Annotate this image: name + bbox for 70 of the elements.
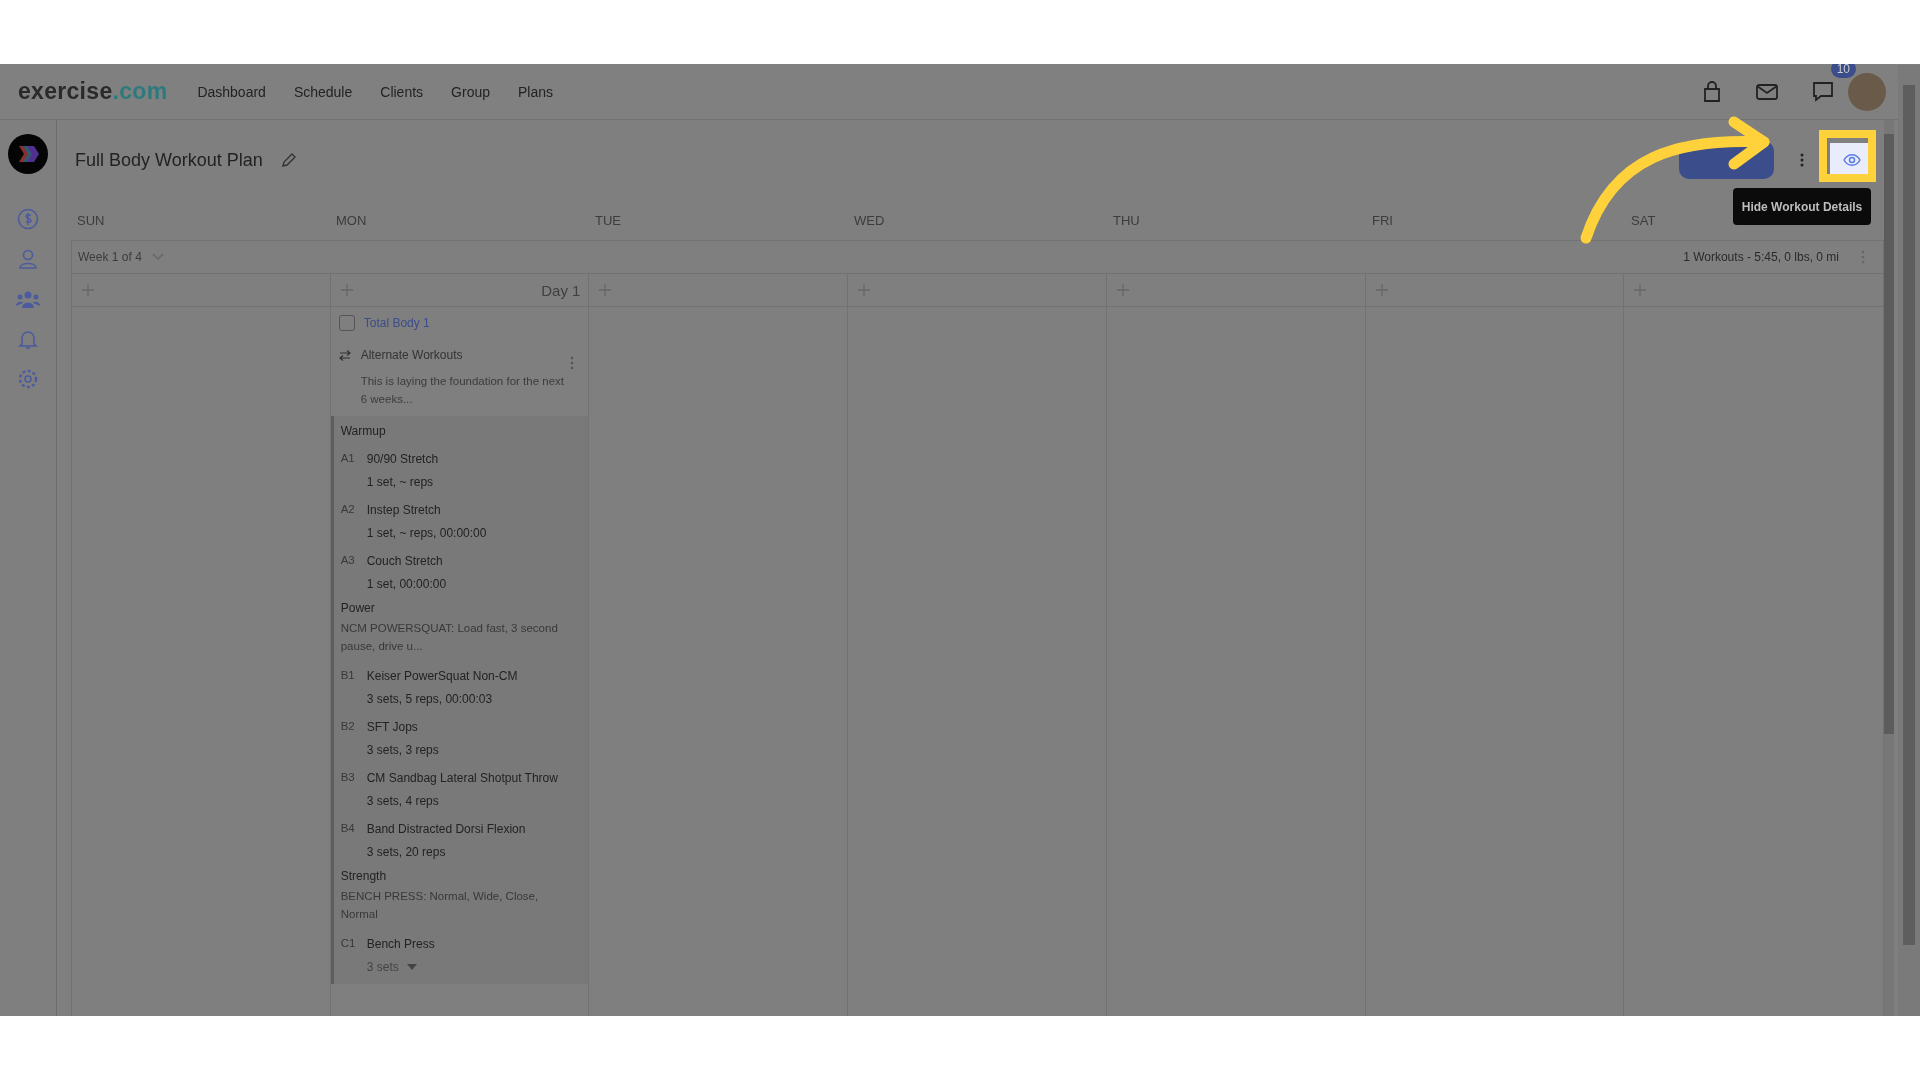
dollar-icon[interactable] bbox=[17, 208, 39, 230]
exercise-detail: 1 set, 00:00:00 bbox=[366, 577, 447, 591]
nav-link[interactable]: Schedule bbox=[293, 83, 353, 100]
section-title: Warmup bbox=[340, 424, 387, 438]
exercise-name: Keiser PowerSquat Non-CM bbox=[366, 669, 518, 683]
highlight-frame bbox=[1819, 130, 1876, 182]
exercise-name: Couch Stretch bbox=[366, 554, 444, 568]
plan-title: Full Body Workout Plan bbox=[75, 149, 263, 171]
section-title: Power bbox=[340, 601, 376, 615]
day-header: FRI bbox=[1372, 213, 1393, 228]
caret-icon[interactable] bbox=[406, 964, 417, 970]
scrollbar[interactable] bbox=[1884, 120, 1894, 1016]
day-header: MON bbox=[336, 213, 367, 228]
exercise-code: A2 bbox=[340, 503, 356, 517]
notification-badge: 10 bbox=[1830, 64, 1856, 78]
chat-icon[interactable] bbox=[1812, 80, 1834, 103]
exercise-name: CM Sandbag Lateral Shotput Throw bbox=[366, 771, 558, 785]
exercise-code: A1 bbox=[340, 452, 356, 466]
edit-icon[interactable] bbox=[280, 152, 297, 168]
exercise-name: SFT Jops bbox=[366, 720, 419, 734]
eye-icon[interactable] bbox=[1843, 154, 1861, 166]
more-options-icon[interactable] bbox=[570, 356, 575, 370]
day-header: TUE bbox=[595, 213, 621, 228]
exercise-detail: 1 set, ~ reps bbox=[366, 475, 434, 489]
swap-icon[interactable] bbox=[338, 349, 351, 361]
exercise-code: C1 bbox=[340, 937, 357, 951]
day-header: SUN bbox=[77, 213, 105, 228]
exercise-name: Band Distracted Dorsi Flexion bbox=[366, 822, 526, 836]
more-options-icon[interactable] bbox=[1800, 153, 1804, 167]
day-header: THU bbox=[1113, 213, 1140, 228]
brand-logo-icon bbox=[8, 134, 48, 174]
nav-link[interactable]: Dashboard bbox=[197, 83, 266, 100]
exercise-code: B4 bbox=[340, 822, 356, 836]
section-note: BENCH PRESS: Normal, Wide, Close, Normal bbox=[340, 889, 540, 922]
week-summary: 1 Workouts - 5:45, 0 lbs, 0 mi bbox=[1683, 250, 1839, 264]
exercise-code: B1 bbox=[340, 669, 356, 683]
scrollbar[interactable] bbox=[1898, 65, 1920, 1016]
exercise-name: Bench Press bbox=[366, 937, 435, 951]
exercise-code: B3 bbox=[340, 771, 356, 785]
day-header: SAT bbox=[1631, 213, 1656, 228]
day-label: Day 1 bbox=[541, 281, 581, 299]
exercise-name: Instep Stretch bbox=[366, 503, 442, 517]
exercise-name: 90/90 Stretch bbox=[366, 452, 439, 466]
exercise-detail: 1 set, ~ reps, 00:00:00 bbox=[366, 526, 487, 540]
exercise-detail: 3 sets, 3 reps bbox=[366, 743, 439, 757]
mail-icon[interactable] bbox=[1756, 83, 1778, 100]
section-note: NCM POWERSQUAT: Load fast, 3 second pause, drive u... bbox=[340, 621, 559, 654]
exercise-detail: 3 sets, 20 reps bbox=[366, 845, 446, 859]
exercise-code: B2 bbox=[340, 720, 356, 734]
nav-link[interactable]: Group bbox=[451, 83, 490, 100]
bell-icon[interactable] bbox=[17, 328, 39, 350]
alternate-workouts-link[interactable]: Alternate Workouts bbox=[360, 348, 463, 362]
chevron-down-icon[interactable] bbox=[151, 253, 164, 261]
settings-icon[interactable] bbox=[17, 368, 39, 390]
person-icon[interactable] bbox=[17, 248, 39, 270]
nav-link[interactable]: Plans bbox=[518, 83, 554, 100]
logo[interactable]: exercise.com bbox=[18, 78, 168, 105]
day-header: WED bbox=[854, 213, 885, 228]
avatar[interactable] bbox=[1848, 72, 1886, 111]
checkbox[interactable] bbox=[338, 315, 355, 331]
nav-link[interactable]: Clients bbox=[380, 83, 424, 100]
workout-title[interactable]: Total Body 1 bbox=[363, 316, 430, 330]
shopping-bag-icon[interactable] bbox=[1702, 80, 1722, 103]
exercise-detail: 3 sets, 4 reps bbox=[366, 794, 439, 808]
section-title: Strength bbox=[340, 869, 388, 883]
exercise-detail: 3 sets, 5 reps, 00:00:03 bbox=[366, 692, 493, 706]
tooltip: Hide Workout Details bbox=[1733, 188, 1871, 225]
exercise-code: A3 bbox=[340, 554, 356, 568]
workout-description: This is laying the foundation for the next 6 weeks... bbox=[359, 374, 565, 407]
week-selector[interactable]: Week 1 of 4 bbox=[78, 250, 164, 264]
